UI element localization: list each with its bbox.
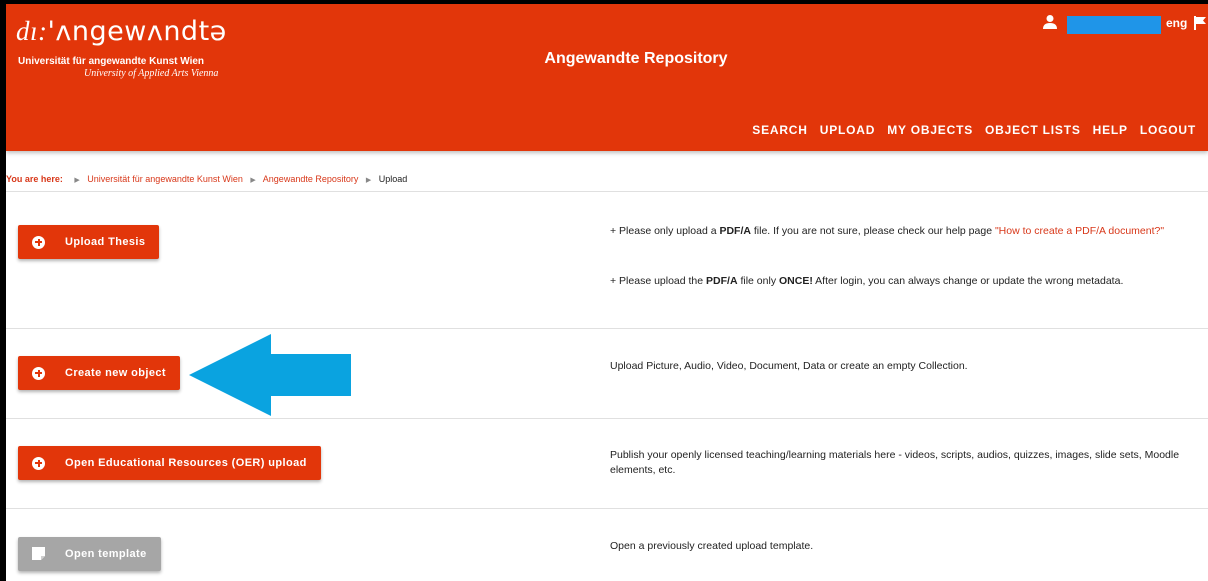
logo-prefix: dı: bbox=[16, 16, 48, 46]
flag-icon[interactable] bbox=[1194, 16, 1206, 30]
nav-upload[interactable]: UPLOAD bbox=[820, 123, 875, 137]
logo-subtitle-english: University of Applied Arts Vienna bbox=[84, 68, 219, 79]
university-logo[interactable]: dı:'ʌngewʌndtə bbox=[16, 16, 227, 47]
template-icon bbox=[32, 547, 45, 560]
breadcrumb-link-repository[interactable]: Angewandte Repository bbox=[263, 174, 359, 184]
open-template-button[interactable]: Open template bbox=[18, 537, 161, 571]
create-object-description: Upload Picture, Audio, Video, Document, … bbox=[610, 360, 968, 372]
breadcrumb-lead: You are here: bbox=[6, 174, 63, 184]
site-title[interactable]: Angewandte Repository bbox=[486, 50, 786, 68]
username-redacted bbox=[1067, 16, 1161, 34]
thesis-text-1c: file. If you are not sure, please check … bbox=[750, 225, 995, 237]
logo-main: 'ʌngewʌndtə bbox=[47, 16, 227, 47]
nav-object-lists[interactable]: OBJECT LISTS bbox=[985, 123, 1081, 137]
thesis-instruction-2: + Please upload the PDF/A file only ONCE… bbox=[610, 274, 1208, 289]
chevron-right-icon: ▶ bbox=[250, 177, 256, 184]
thesis-instruction-1: + Please only upload a PDF/A file. If yo… bbox=[610, 224, 1190, 239]
nav-logout[interactable]: LOGOUT bbox=[1140, 123, 1196, 137]
plus-circle-icon bbox=[32, 456, 45, 470]
plus-circle-icon bbox=[32, 366, 45, 380]
breadcrumb: You are here: ▶ Universität für angewand… bbox=[6, 174, 407, 184]
language-selector[interactable]: eng bbox=[1166, 16, 1187, 30]
upload-thesis-label: Upload Thesis bbox=[65, 236, 146, 248]
template-description: Open a previously created upload templat… bbox=[610, 540, 814, 552]
breadcrumb-link-university[interactable]: Universität für angewandte Kunst Wien bbox=[87, 174, 243, 184]
create-new-object-button[interactable]: Create new object bbox=[18, 356, 180, 390]
divider bbox=[6, 328, 1208, 329]
chevron-right-icon: ▶ bbox=[74, 177, 80, 184]
annotation-arrow-icon bbox=[189, 334, 351, 416]
pdfa-help-link[interactable]: "How to create a PDF/A document?" bbox=[995, 225, 1164, 237]
thesis-text-1b: PDF/A bbox=[719, 225, 751, 237]
divider bbox=[6, 508, 1208, 509]
thesis-text-2d: ONCE! bbox=[778, 275, 813, 287]
thesis-text-2b: PDF/A bbox=[706, 275, 738, 287]
nav-search[interactable]: SEARCH bbox=[752, 123, 807, 137]
oer-upload-label: Open Educational Resources (OER) upload bbox=[65, 457, 307, 469]
logo-subtitle-german: Universität für angewandte Kunst Wien bbox=[18, 56, 205, 67]
oer-upload-button[interactable]: Open Educational Resources (OER) upload bbox=[18, 446, 321, 480]
breadcrumb-current: Upload bbox=[378, 174, 408, 184]
thesis-text-1a: + Please only upload a bbox=[610, 225, 720, 237]
chevron-right-icon: ▶ bbox=[365, 177, 372, 184]
divider bbox=[6, 418, 1208, 419]
upload-thesis-button[interactable]: Upload Thesis bbox=[18, 225, 160, 259]
create-new-object-label: Create new object bbox=[65, 367, 166, 379]
nav-help[interactable]: HELP bbox=[1093, 123, 1128, 137]
thesis-text-2a: + Please upload the bbox=[610, 275, 707, 287]
oer-description: Publish your openly licensed teaching/le… bbox=[610, 449, 1180, 476]
site-header: dı:'ʌngewʌndtə Universität für angewandt… bbox=[6, 4, 1208, 151]
thesis-text-2e: After login, you can always change or up… bbox=[812, 275, 1124, 287]
open-template-label: Open template bbox=[65, 548, 147, 560]
plus-circle-icon bbox=[32, 235, 45, 249]
divider bbox=[6, 191, 1208, 192]
user-icon bbox=[1043, 15, 1057, 29]
main-nav: SEARCH UPLOAD MY OBJECTS OBJECT LISTS HE… bbox=[752, 123, 1196, 137]
thesis-text-2c: file only bbox=[737, 275, 779, 287]
nav-my-objects[interactable]: MY OBJECTS bbox=[887, 123, 973, 137]
